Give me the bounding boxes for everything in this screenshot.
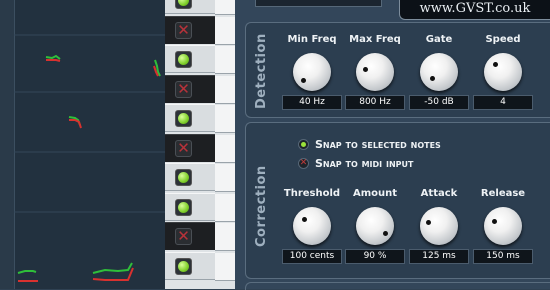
speed-knob[interactable] (484, 53, 522, 91)
min-freq-control: Min Freq 40 Hz (281, 33, 343, 110)
control-panel: www.GVST.co.uk Detection Min Freq 40 Hz … (235, 0, 550, 290)
min-freq-knob[interactable] (293, 53, 331, 91)
note-disabled-toggle[interactable]: ✕ (175, 228, 192, 245)
attack-label: Attack (420, 188, 458, 199)
speed-value: 4 (473, 95, 533, 110)
release-knob[interactable] (484, 207, 522, 245)
release-label: Release (480, 188, 526, 199)
max-freq-value: 800 Hz (345, 95, 405, 110)
gate-value: -50 dB (409, 95, 469, 110)
piano-key (215, 76, 235, 104)
note-row (165, 0, 235, 15)
note-row (165, 163, 235, 192)
note-row: ✕ (165, 134, 235, 163)
detected-pitch-trace (45, 54, 61, 60)
piano-key (215, 105, 235, 133)
snap-midi-input-label: Snap to midi input (315, 157, 414, 170)
snap-selected-notes-label: Snap to selected notes (315, 138, 441, 151)
note-row (165, 193, 235, 222)
attack-value: 125 ms (409, 249, 469, 264)
detected-pitch-trace (17, 270, 37, 274)
piano-key (215, 46, 235, 74)
speed-label: Speed (485, 34, 521, 45)
note-row: ✕ (165, 75, 235, 104)
min-freq-label: Min Freq (287, 34, 337, 45)
note-disabled-toggle[interactable]: ✕ (175, 22, 192, 39)
max-freq-knob[interactable] (356, 53, 394, 91)
max-freq-label: Max Freq (349, 34, 401, 45)
note-disabled-toggle[interactable]: ✕ (175, 140, 192, 157)
note-enabled-toggle[interactable] (175, 258, 192, 275)
note-enabled-toggle[interactable] (175, 169, 192, 186)
piano-key (215, 223, 235, 251)
note-enabled-toggle[interactable] (175, 51, 192, 68)
note-row (165, 104, 235, 133)
amount-value: 90 % (345, 249, 405, 264)
speed-control: Speed 4 (472, 33, 534, 110)
min-freq-value: 40 Hz (282, 95, 342, 110)
pitch-graph (0, 0, 165, 289)
release-control: Release 150 ms (472, 187, 534, 264)
detection-section: Detection Min Freq 40 Hz Max Freq 800 Hz… (245, 22, 550, 118)
radio-unselected-icon[interactable]: ✕ (298, 158, 309, 169)
gate-control: Gate -50 dB (408, 33, 470, 110)
threshold-label: Threshold (283, 188, 341, 199)
detected-pitch-trace (92, 262, 133, 274)
threshold-value: 100 cents (282, 249, 342, 264)
note-row: ✕ (165, 222, 235, 251)
corrected-pitch-trace (69, 119, 82, 129)
preset-display[interactable] (255, 0, 382, 7)
gvst-logo[interactable]: www.GVST.co.uk (399, 0, 550, 20)
piano-key (215, 17, 235, 45)
piano-key (215, 135, 235, 163)
threshold-control: Threshold 100 cents (281, 187, 343, 264)
gate-knob[interactable] (420, 53, 458, 91)
note-enabled-toggle[interactable] (175, 110, 192, 127)
note-selector: ✕ ✕ ✕ ✕ (165, 0, 235, 289)
radio-selected-icon[interactable] (298, 139, 309, 150)
amount-knob[interactable] (356, 207, 394, 245)
gate-label: Gate (425, 34, 453, 45)
attack-control: Attack 125 ms (408, 187, 470, 264)
amount-control: Amount 90 % (344, 187, 406, 264)
amount-label: Amount (352, 188, 398, 199)
corrected-pitch-trace (46, 59, 61, 62)
pitch-graph-canvas (14, 34, 165, 282)
detection-title: Detection (254, 33, 269, 109)
note-enabled-toggle[interactable] (175, 0, 192, 9)
note-disabled-toggle[interactable]: ✕ (175, 81, 192, 98)
note-row (165, 45, 235, 74)
note-row (165, 252, 235, 281)
threshold-knob[interactable] (293, 207, 331, 245)
correction-section: Correction Snap to selected notes ✕ Snap… (245, 122, 550, 279)
piano-key (215, 164, 235, 192)
note-enabled-toggle[interactable] (175, 199, 192, 216)
max-freq-control: Max Freq 800 Hz (344, 33, 406, 110)
piano-key (215, 253, 235, 281)
release-value: 150 ms (473, 249, 533, 264)
attack-knob[interactable] (420, 207, 458, 245)
piano-key (215, 194, 235, 222)
piano-key (215, 0, 235, 15)
note-row: ✕ (165, 16, 235, 45)
correction-title: Correction (254, 165, 269, 247)
